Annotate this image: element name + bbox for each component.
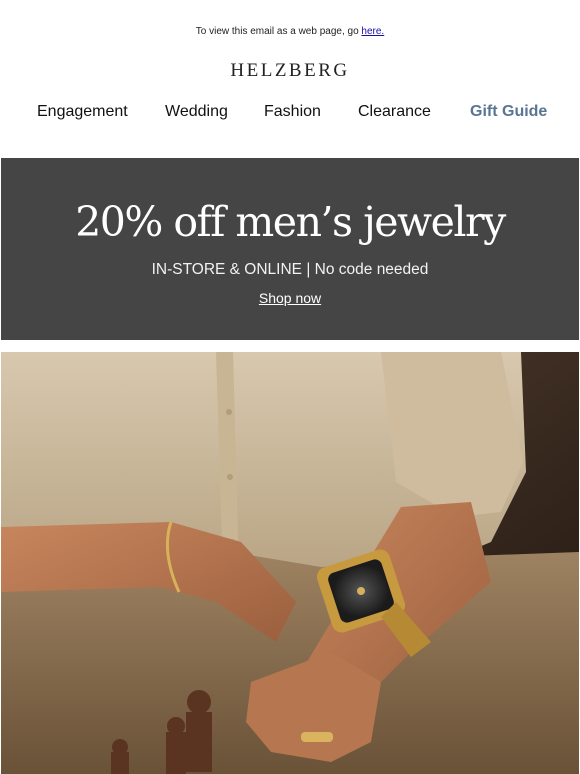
nav-wedding[interactable]: Wedding bbox=[165, 103, 228, 121]
promo-subline: IN-STORE & ONLINE | No code needed bbox=[151, 261, 429, 278]
promo-headline: 20% off men’s jewelry bbox=[75, 198, 506, 246]
preheader: To view this email as a web page, go her… bbox=[0, 26, 580, 37]
view-web-version-link[interactable]: here. bbox=[361, 26, 384, 37]
preheader-text: To view this email as a web page, go bbox=[195, 26, 362, 37]
main-nav: Engagement Wedding Fashion Clearance Gif… bbox=[0, 103, 580, 125]
nav-engagement[interactable]: Engagement bbox=[37, 103, 128, 121]
helzberg-logo[interactable]: HELZBERG bbox=[0, 60, 580, 82]
nav-gift-guide[interactable]: Gift Guide bbox=[470, 103, 547, 121]
promo-banner[interactable]: 20% off men’s jewelry IN-STORE & ONLINE … bbox=[1, 158, 579, 340]
nav-fashion[interactable]: Fashion bbox=[264, 103, 321, 121]
shop-now-link[interactable]: Shop now bbox=[259, 290, 321, 306]
hero-image[interactable] bbox=[1, 352, 579, 774]
nav-clearance[interactable]: Clearance bbox=[358, 103, 431, 121]
hero-photo-illustration bbox=[1, 352, 579, 774]
